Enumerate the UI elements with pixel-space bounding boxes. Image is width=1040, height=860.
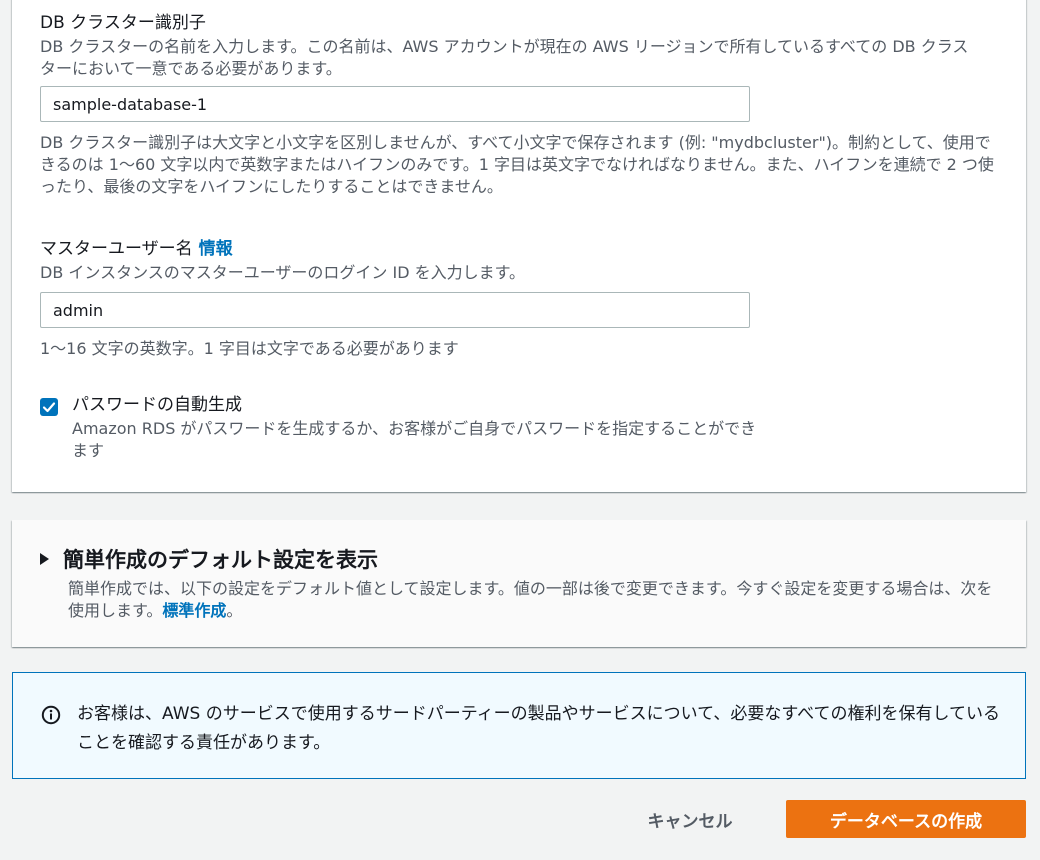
checkmark-icon <box>42 402 56 413</box>
master-username-info-link[interactable]: 情報 <box>199 239 233 259</box>
create-database-button[interactable]: データベースの作成 <box>786 800 1026 838</box>
master-username-label-text: マスターユーザー名 <box>40 239 193 259</box>
responsibility-notice-text: お客様は、AWS のサービスで使用するサードパーティーの製品やサービスについて、… <box>77 704 1000 753</box>
easy-create-defaults-title: 簡単作成のデフォルト設定を表示 <box>63 548 378 572</box>
auto-password-label[interactable]: パスワードの自動生成 <box>72 394 242 416</box>
cancel-button[interactable]: キャンセル <box>620 800 760 838</box>
master-username-input[interactable] <box>40 292 750 328</box>
easy-create-defaults-panel: 簡単作成のデフォルト設定を表示 簡単作成では、以下の設定をデフォルト値として設定… <box>12 520 1026 647</box>
auto-password-checkbox[interactable] <box>40 398 58 416</box>
easy-create-defaults-suffix: 。 <box>226 601 243 620</box>
master-username-description: DB インスタンスのマスターユーザーのログイン ID を入力します。 <box>40 263 526 282</box>
info-icon <box>41 705 61 725</box>
caret-right-icon <box>40 553 49 565</box>
easy-create-defaults-toggle[interactable]: 簡単作成のデフォルト設定を表示 <box>40 544 378 574</box>
responsibility-notice: お客様は、AWS のサービスで使用するサードパーティーの製品やサービスについて、… <box>12 672 1026 779</box>
easy-create-defaults-description: 簡単作成では、以下の設定をデフォルト値として設定します。値の一部は後で変更できま… <box>68 578 998 622</box>
cluster-identifier-description: DB クラスターの名前を入力します。この名前は、AWS アカウントが現在の AW… <box>40 37 969 78</box>
auto-password-description: Amazon RDS がパスワードを生成するか、お客様がご自身でパスワードを指定… <box>72 419 757 460</box>
cluster-identifier-input[interactable] <box>40 86 750 122</box>
master-username-constraint: 1〜16 文字の英数字。1 字目は文字である必要があります <box>40 339 459 358</box>
cluster-identifier-constraint: DB クラスター識別子は大文字と小文字を区別しませんが、すべて小文字で保存されま… <box>40 133 994 196</box>
cluster-identifier-label: DB クラスター識別子 <box>40 13 206 33</box>
standard-create-link[interactable]: 標準作成 <box>162 601 226 620</box>
master-username-label: マスターユーザー名 情報 <box>40 238 233 260</box>
settings-panel: DB クラスター識別子 DB クラスターの名前を入力します。この名前は、AWS … <box>12 0 1026 492</box>
